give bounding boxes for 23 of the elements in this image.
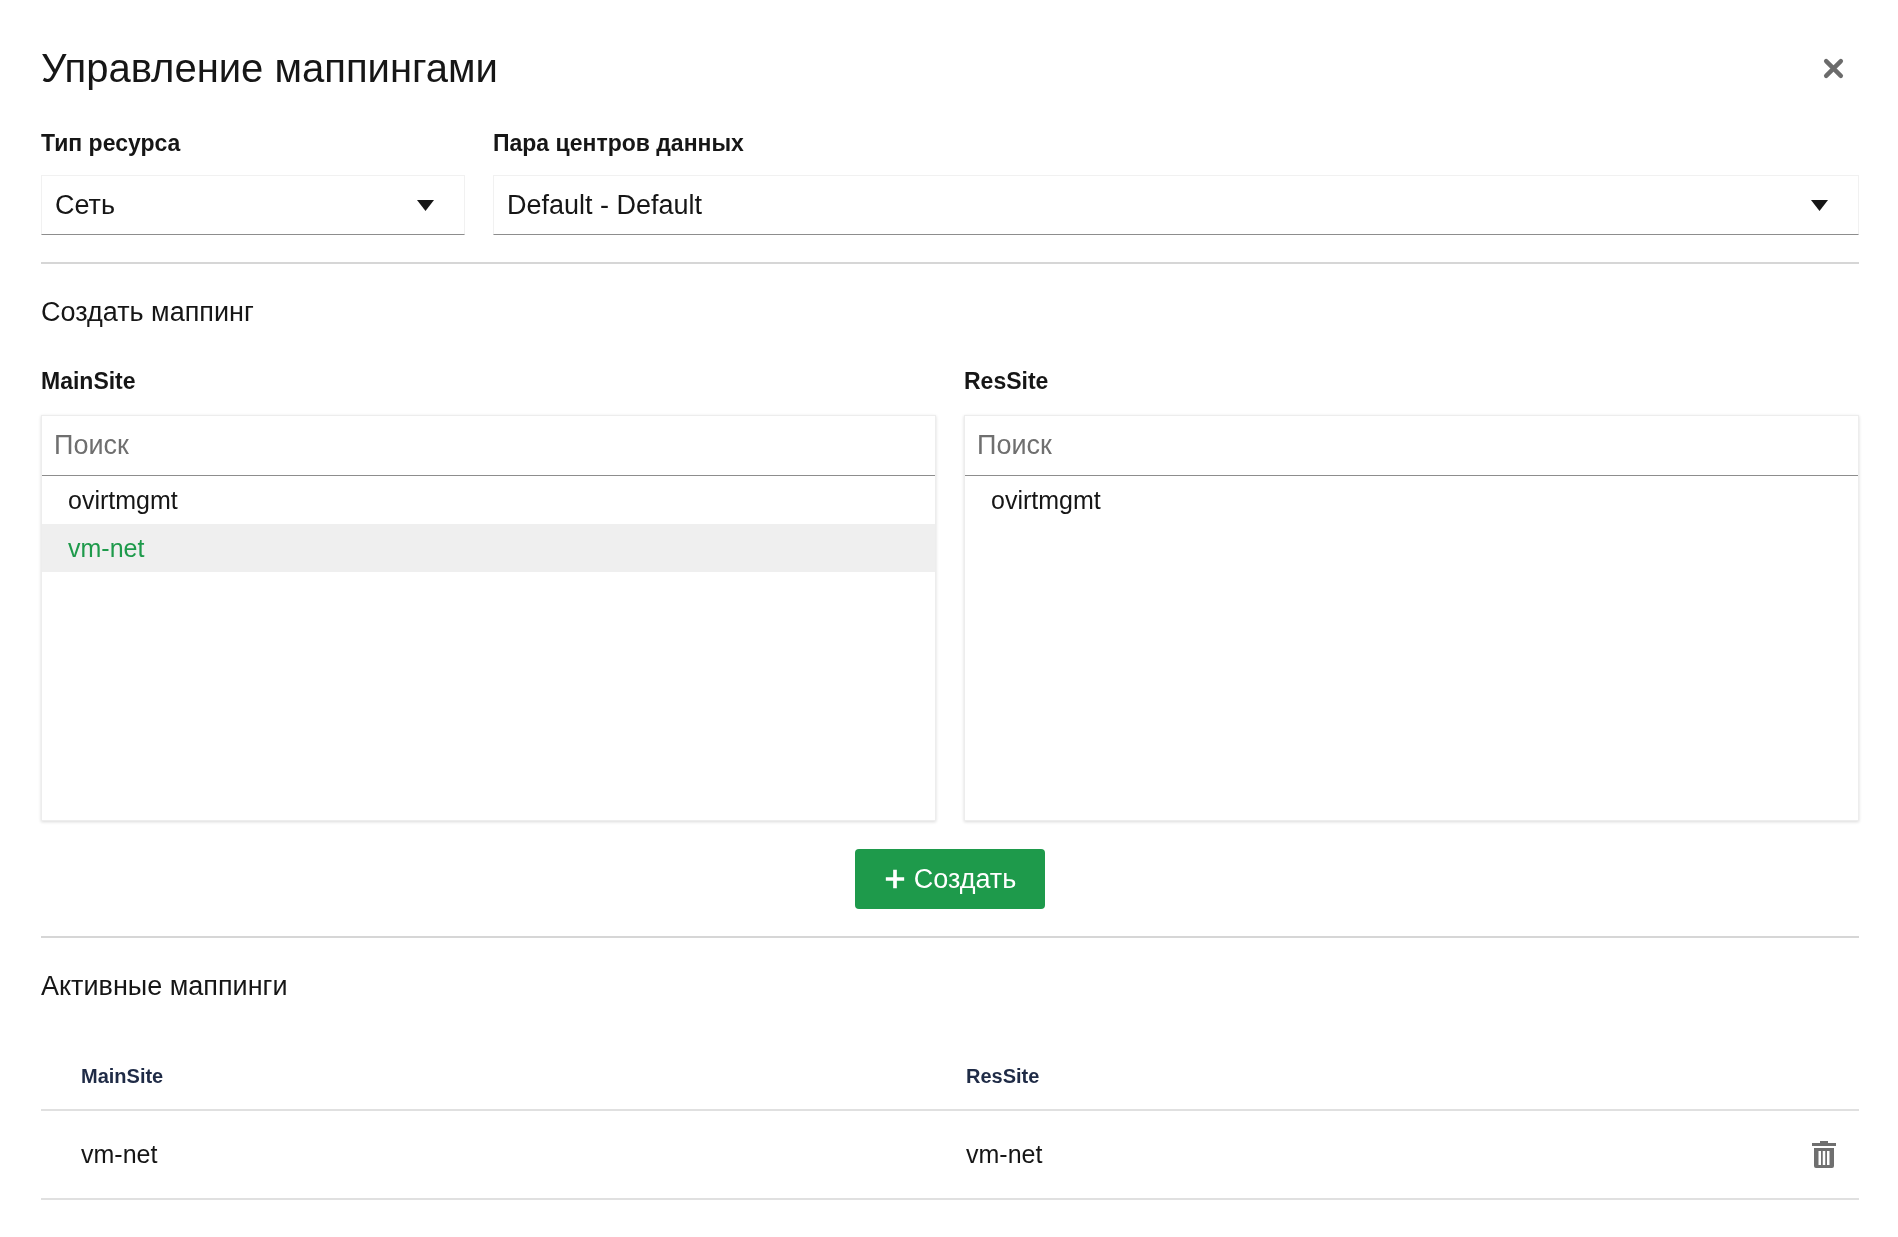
create-button[interactable]: Создать: [855, 849, 1045, 909]
list-item[interactable]: ovirtmgmt: [42, 476, 935, 524]
table-cell-text: vm-net: [965, 1140, 1044, 1169]
plus-icon: [883, 868, 906, 890]
list-label: ResSite: [964, 369, 1049, 393]
section-heading: Создать маппинг: [41, 297, 255, 327]
dropdown[interactable]: Сеть: [41, 175, 465, 235]
search-field[interactable]: Поиск: [42, 416, 935, 476]
trash-icon[interactable]: [1812, 1141, 1836, 1168]
field-label: Тип ресурса: [41, 131, 181, 155]
dropdown[interactable]: Default - Default: [493, 175, 1859, 235]
column-header: ResSite: [965, 1064, 1041, 1088]
search-field[interactable]: Поиск: [965, 416, 1858, 476]
close-icon[interactable]: [1823, 57, 1844, 79]
list-label: MainSite: [41, 369, 136, 393]
dialog-title: Управление маппингами: [41, 45, 498, 92]
list-item[interactable]: ovirtmgmt: [965, 476, 1858, 524]
section-heading: Активные маппинги: [41, 971, 289, 1001]
caret-icon: [1811, 199, 1828, 211]
column-header: MainSite: [80, 1064, 165, 1088]
field-label: Пара центров данных: [493, 131, 744, 155]
caret-icon: [417, 199, 434, 211]
table-cell-text: vm-net: [80, 1140, 159, 1169]
